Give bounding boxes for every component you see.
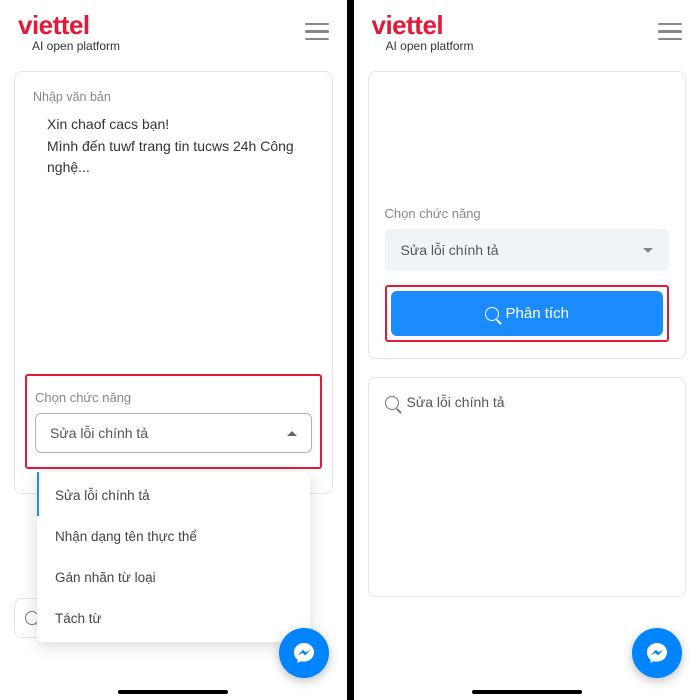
selected-option-text: Sửa lỗi chính tả <box>50 425 148 441</box>
highlight-analyze-button: Phân tích <box>385 285 670 342</box>
analyze-button[interactable]: Phân tích <box>391 291 664 336</box>
logo-area: viettel AI open platform <box>18 10 120 53</box>
search-icon <box>385 396 399 410</box>
header: viettel AI open platform <box>0 0 347 57</box>
logo-area: viettel AI open platform <box>372 10 474 53</box>
analyze-button-label: Phân tích <box>506 305 569 322</box>
function-card: Chọn chức năng Sửa lỗi chính tả Phân tíc… <box>368 71 687 359</box>
screen-divider <box>347 0 354 700</box>
brand-tagline: AI open platform <box>386 39 474 53</box>
dropdown-option[interactable]: Gán nhãn từ loại <box>37 557 310 598</box>
messenger-icon <box>645 641 669 665</box>
search-icon <box>485 307 499 321</box>
header: viettel AI open platform <box>354 0 700 57</box>
result-card: Sửa lỗi chính tả <box>368 377 687 597</box>
function-select[interactable]: Sửa lỗi chính tả <box>385 229 670 271</box>
dropdown-option[interactable]: Tách từ <box>37 598 310 642</box>
selected-option-text: Sửa lỗi chính tả <box>401 242 499 258</box>
function-select-label: Chọn chức năng <box>385 206 670 221</box>
text-area-blank[interactable] <box>385 88 670 198</box>
brand-logo: viettel <box>18 10 120 41</box>
right-screen: viettel AI open platform Chọn chức năng … <box>354 0 700 700</box>
home-indicator <box>472 690 582 694</box>
chevron-down-icon <box>643 248 653 253</box>
function-select[interactable]: Sửa lỗi chính tả <box>35 413 312 453</box>
brand-logo: viettel <box>372 10 474 41</box>
brand-tagline: AI open platform <box>32 39 120 53</box>
input-card: Nhập văn bản Xin chaof cacs bạn! Mình đế… <box>14 71 333 494</box>
function-select-label: Chọn chức năng <box>35 390 312 405</box>
home-indicator <box>118 690 228 694</box>
function-dropdown: Sửa lỗi chính tả Nhận dạng tên thực thể … <box>37 472 310 642</box>
left-screen: viettel AI open platform Nhập văn bản Xi… <box>0 0 347 700</box>
messenger-fab[interactable] <box>279 628 329 678</box>
dropdown-option[interactable]: Nhận dạng tên thực thể <box>37 516 310 557</box>
hamburger-menu-icon[interactable] <box>305 23 329 41</box>
text-input[interactable]: Xin chaof cacs bạn! Mình đến tuwf trang … <box>47 114 314 374</box>
messenger-fab[interactable] <box>632 628 682 678</box>
chevron-up-icon <box>287 431 297 436</box>
result-title: Sửa lỗi chính tả <box>407 394 505 410</box>
hamburger-menu-icon[interactable] <box>658 23 682 41</box>
highlight-select-area: Chọn chức năng Sửa lỗi chính tả <box>25 374 322 469</box>
messenger-icon <box>292 641 316 665</box>
dropdown-option[interactable]: Sửa lỗi chính tả <box>37 472 310 516</box>
input-label: Nhập văn bản <box>33 90 314 104</box>
